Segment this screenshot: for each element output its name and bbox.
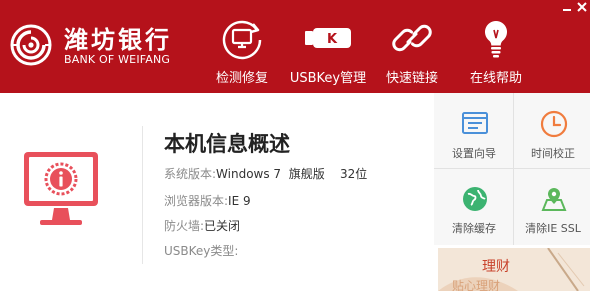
- ad-text-primary: 理财: [482, 259, 510, 275]
- bank-name-cn: 潍坊银行: [64, 26, 172, 54]
- minimize-icon[interactable]: [561, 1, 573, 13]
- setup-wizard-icon: [462, 112, 488, 134]
- info-row-browser: 浏览器版本:IE 9: [164, 192, 251, 209]
- tool-time-correct[interactable]: 时间校正: [515, 95, 590, 169]
- nav-quick-links[interactable]: 快速链接: [382, 0, 442, 93]
- nav-check-repair[interactable]: 检测修复: [210, 0, 274, 93]
- info-row-firewall-value: 已关闭: [204, 219, 241, 233]
- nav-online-help-label: 在线帮助: [469, 71, 522, 86]
- monitor-info-icon: [24, 152, 98, 225]
- tool-clear-cache[interactable]: 清除缓存: [436, 170, 512, 244]
- close-icon[interactable]: [576, 1, 588, 13]
- svg-text:K: K: [327, 32, 338, 47]
- lightbulb-icon: [484, 20, 508, 58]
- info-row-browser-key: 浏览器版本:: [164, 194, 229, 208]
- monitor-refresh-icon: [222, 20, 262, 60]
- ad-banner[interactable]: 理财 贴心理财: [438, 248, 590, 291]
- nav-usbkey-manage[interactable]: K USBKey管理: [288, 0, 368, 93]
- nav-check-repair-label: 检测修复: [215, 71, 268, 86]
- tool-clear-ie-ssl-label: 清除IE SSL: [525, 222, 581, 235]
- info-row-os-key: 系统版本:: [164, 167, 217, 181]
- ad-text-secondary: 贴心理财: [452, 279, 501, 291]
- bank-swirl-logo-icon: [10, 24, 52, 66]
- tool-clear-ie-ssl[interactable]: 清除IE SSL: [515, 170, 590, 244]
- tool-setup-wizard-label: 设置向导: [452, 147, 496, 160]
- bank-name-en: BANK OF WEIFANG: [64, 53, 171, 66]
- globe-clear-icon: [463, 187, 487, 211]
- info-row-firewall: 防火墙:已关闭: [164, 217, 240, 234]
- link-icon: [392, 24, 432, 52]
- usbkey-icon: K: [305, 28, 351, 48]
- info-row-os-value: Windows 7 旗舰版 32位: [216, 167, 368, 181]
- nav-usbkey-manage-label: USBKey管理: [289, 71, 367, 86]
- bank-logo: 潍坊银行 BANK OF WEIFANG: [8, 20, 188, 72]
- nav-online-help[interactable]: 在线帮助: [466, 0, 526, 93]
- clock-icon: [540, 110, 568, 138]
- tool-clear-cache-label: 清除缓存: [452, 222, 496, 235]
- nav-quick-links-label: 快速链接: [385, 71, 438, 86]
- tool-grid-vdivider: [513, 93, 514, 245]
- location-ssl-icon: [541, 188, 567, 211]
- info-row-os: 系统版本:Windows 7 旗舰版 32位: [164, 165, 367, 182]
- header-bar: 潍坊银行 BANK OF WEIFANG 检测修复 K USBKey管理 快速链…: [0, 0, 590, 93]
- tool-setup-wizard[interactable]: 设置向导: [436, 95, 512, 169]
- tool-time-correct-label: 时间校正: [531, 147, 575, 160]
- info-row-browser-value: IE 9: [228, 194, 251, 208]
- info-row-usbkey-key: USBKey类型:: [164, 244, 239, 258]
- info-row-usbkey: USBKey类型:: [164, 242, 238, 259]
- info-divider: [142, 126, 143, 264]
- info-title: 本机信息概述: [164, 132, 290, 156]
- tool-grid-hdivider: [434, 168, 590, 169]
- info-row-firewall-key: 防火墙:: [164, 219, 205, 233]
